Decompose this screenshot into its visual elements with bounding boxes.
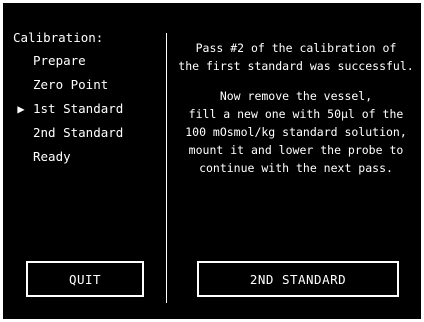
current-step-marker-icon: ▶ (17, 102, 25, 116)
step-2nd-standard: 2nd Standard (13, 121, 163, 145)
calibration-screen: Calibration: Prepare Zero Point ▶ 1st St… (3, 3, 421, 319)
step-label: 2nd Standard (33, 125, 124, 140)
message-line: continue with the next pass. (199, 161, 393, 175)
calibration-steps-list: Calibration: Prepare Zero Point ▶ 1st St… (13, 27, 163, 169)
instruction-paragraph: Now remove the vessel, fill a new one wi… (173, 87, 419, 177)
step-label: Zero Point (33, 77, 109, 92)
message-line: mount it and lower the probe to (188, 143, 404, 157)
status-paragraph: Pass #2 of the calibration of the first … (173, 39, 419, 75)
message-line: Pass #2 of the calibration of (195, 41, 397, 55)
steps-title: Calibration: (13, 30, 104, 45)
step-1st-standard: ▶ 1st Standard (13, 97, 163, 121)
message-line: fill a new one with 50µl of the (188, 107, 404, 121)
step-ready: Ready (13, 145, 163, 169)
2nd-standard-button[interactable]: 2ND STANDARD (197, 261, 399, 297)
message-line: the first standard was successful. (178, 59, 414, 73)
panel-divider (166, 33, 167, 303)
quit-button[interactable]: QUIT (26, 261, 144, 297)
step-zero-point: Zero Point (13, 73, 163, 97)
step-label: Prepare (33, 53, 86, 68)
instruction-message: Pass #2 of the calibration of the first … (173, 39, 419, 177)
step-prepare: Prepare (13, 49, 163, 73)
step-label: Ready (33, 149, 71, 164)
step-label: 1st Standard (33, 101, 124, 116)
message-line: 100 mOsmol/kg standard solution, (185, 125, 407, 139)
message-line: Now remove the vessel, (219, 89, 373, 103)
